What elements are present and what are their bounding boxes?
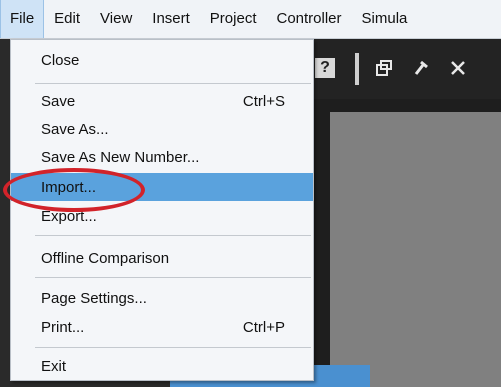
menu-separator: [35, 235, 311, 236]
menu-file[interactable]: File: [0, 0, 45, 38]
menu-item-save-as-label: Save As...: [41, 120, 109, 138]
menu-item-exit-label: Exit: [41, 357, 67, 375]
menu-separator: [35, 277, 311, 278]
menu-item-close[interactable]: Close: [11, 46, 313, 74]
tools-icon[interactable]: [445, 55, 471, 81]
menu-insert[interactable]: Insert: [142, 0, 200, 38]
menu-item-offline-comparison-label: Offline Comparison: [41, 249, 170, 267]
editor-canvas[interactable]: [330, 112, 501, 387]
menu-item-save-as-new-number[interactable]: Save As New Number...: [11, 143, 313, 171]
annotation-circle: [3, 168, 145, 212]
menu-item-print-label: Print...: [41, 318, 85, 336]
menu-view[interactable]: View: [90, 0, 142, 38]
menu-edit[interactable]: Edit: [44, 0, 90, 38]
save-shortcut: Ctrl+S: [242, 92, 285, 110]
menu-separator: [35, 347, 311, 348]
menu-simulation[interactable]: Simula: [352, 0, 418, 38]
menu-controller[interactable]: Controller: [266, 0, 351, 38]
menu-item-save-label: Save: [41, 92, 76, 110]
help-icon[interactable]: ?: [315, 58, 335, 78]
print-shortcut: Ctrl+P: [242, 318, 285, 336]
menu-project[interactable]: Project: [200, 0, 267, 38]
menu-item-page-settings[interactable]: Page Settings...: [11, 284, 313, 312]
menu-item-save[interactable]: Save Ctrl+S: [11, 87, 313, 115]
hammer-icon[interactable]: [409, 55, 435, 81]
toolbar-separator: [355, 53, 359, 85]
menu-item-print[interactable]: Print... Ctrl+P: [11, 313, 313, 341]
toolbar: ?: [313, 39, 501, 99]
menu-item-close-label: Close: [41, 51, 80, 69]
window-icon[interactable]: [371, 55, 397, 81]
menu-bar: File Edit View Insert Project Controller…: [0, 0, 501, 39]
menu-item-exit[interactable]: Exit: [11, 352, 313, 380]
menu-item-page-settings-label: Page Settings...: [41, 289, 147, 307]
menu-separator: [35, 83, 311, 84]
menu-item-save-as-new-number-label: Save As New Number...: [41, 148, 200, 166]
menu-item-save-as[interactable]: Save As...: [11, 115, 313, 143]
menu-item-offline-comparison[interactable]: Offline Comparison: [11, 244, 313, 272]
